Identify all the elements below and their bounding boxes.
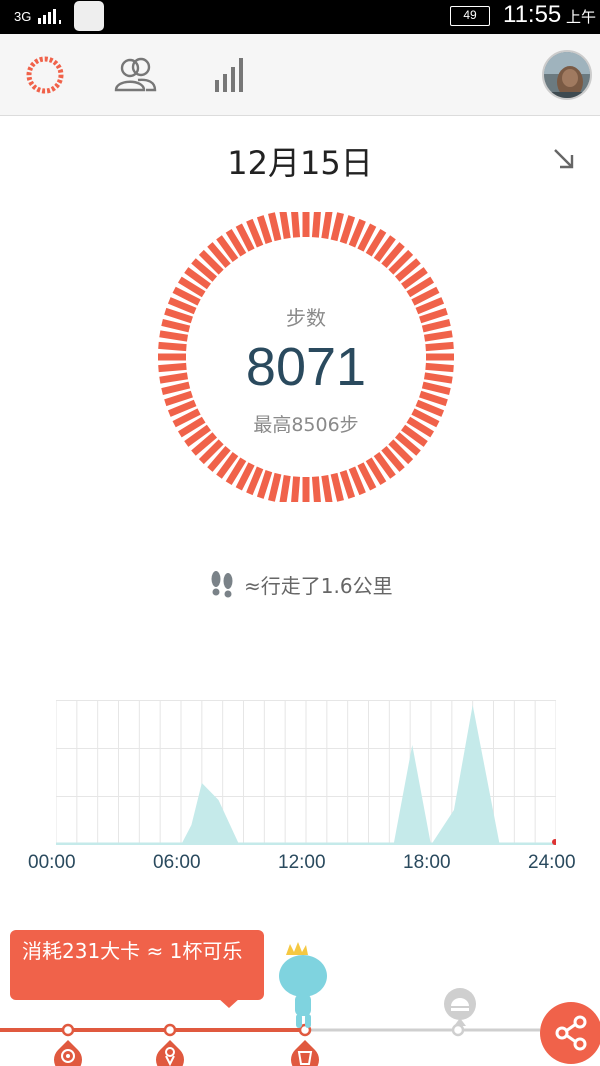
- distance-text: ≈行走了1.6公里: [244, 573, 393, 598]
- distance-row: ≈行走了1.6公里: [208, 568, 393, 600]
- ice-cream-pin-icon: [156, 1040, 184, 1066]
- share-button[interactable]: [540, 1002, 600, 1064]
- avatar-image: [544, 52, 590, 98]
- x-tick-label: 06:00: [153, 852, 201, 873]
- x-tick-label: 00:00: [28, 852, 76, 873]
- ring-segment: [311, 212, 321, 238]
- footprints-icon: [211, 571, 233, 598]
- bar-stats-icon[interactable]: [208, 52, 254, 98]
- ring-progress-icon[interactable]: [22, 52, 68, 98]
- mascot-icon: [279, 942, 327, 1028]
- burger-pin-icon: [444, 988, 476, 1026]
- ring-segment: [279, 212, 291, 240]
- top-toolbar: [0, 34, 600, 116]
- calorie-bubble[interactable]: 消耗231大卡 ≈ 1杯可乐: [10, 930, 264, 1000]
- ring-segment: [321, 212, 333, 240]
- timeline-node: [451, 1023, 465, 1037]
- avatar[interactable]: [542, 50, 592, 100]
- network-type: 3G: [14, 9, 32, 24]
- notification-icon: [74, 1, 104, 31]
- ring-segment: [330, 212, 344, 242]
- ring-segment: [256, 215, 273, 244]
- clock: 11:55: [503, 1, 562, 28]
- ring-segment: [268, 472, 282, 502]
- ring-segment: [330, 472, 344, 502]
- target-pin-icon: [54, 1040, 82, 1066]
- steps-label: 步数: [286, 306, 326, 330]
- ring-segment: [321, 474, 333, 502]
- signal-icon: [38, 9, 61, 24]
- x-tick-label: 24:00: [528, 852, 576, 873]
- date-title: 12月15日: [227, 144, 373, 182]
- ring-segment: [339, 470, 356, 499]
- ring-segment: [279, 474, 291, 502]
- x-tick-label: 18:00: [403, 852, 451, 873]
- status-bar: 3G 49 11:55 上午: [0, 0, 600, 34]
- steps-best: 最高8506步: [253, 414, 359, 436]
- friends-icon[interactable]: [112, 52, 158, 98]
- bubble-pointer: [218, 998, 240, 1008]
- ring-segment: [256, 470, 273, 499]
- arrow-down-right-icon[interactable]: [550, 145, 578, 173]
- ring-segment: [268, 212, 282, 242]
- ring-segment: [339, 215, 356, 244]
- battery-indicator: 49: [450, 6, 490, 26]
- ring-segment: [291, 476, 301, 502]
- clock-ampm: 上午: [566, 8, 597, 26]
- timeline-node: [61, 1023, 75, 1037]
- x-tick-label: 12:00: [278, 852, 326, 873]
- ring-segment: [311, 476, 321, 502]
- timeline-node: [163, 1023, 177, 1037]
- cup-pin-icon: [291, 1040, 319, 1066]
- steps-value: 8071: [245, 337, 367, 397]
- steps-activity-chart: [56, 700, 556, 845]
- calorie-text: 消耗231大卡 ≈ 1杯可乐: [22, 939, 243, 963]
- ring-segment: [291, 212, 301, 238]
- share-icon: [555, 1015, 587, 1051]
